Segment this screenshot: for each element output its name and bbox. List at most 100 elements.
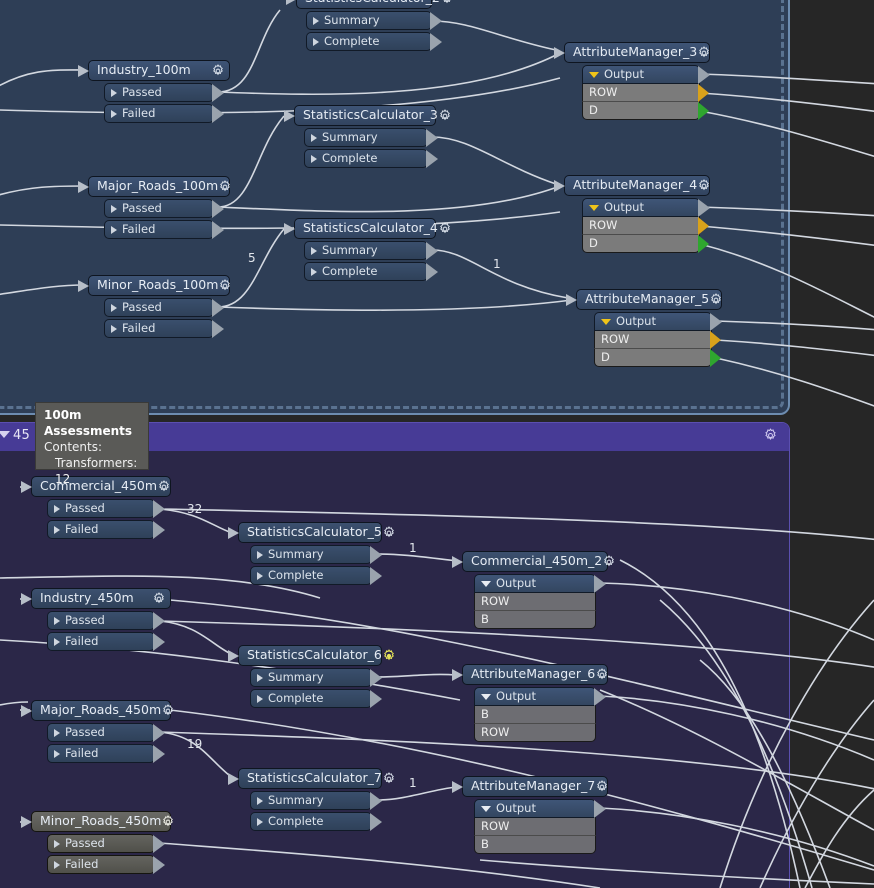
output-arrow-icon[interactable] <box>212 105 224 123</box>
gear-icon[interactable] <box>595 779 609 794</box>
node-minor-roads-100m[interactable]: Minor_Roads_100m Passed Failed <box>78 275 232 338</box>
node-port-complete[interactable]: Complete <box>250 812 382 831</box>
attribute-row[interactable]: ROW <box>474 593 596 611</box>
gear-icon[interactable] <box>697 45 711 60</box>
node-port-summary[interactable]: Summary <box>250 668 382 687</box>
output-arrow-icon[interactable] <box>430 33 442 51</box>
node-port-failed[interactable]: Failed <box>47 744 165 763</box>
node-port-summary[interactable]: Summary <box>304 241 438 260</box>
node-port-passed[interactable]: Passed <box>104 83 224 102</box>
node-header[interactable]: Commercial_450m_2 <box>452 551 615 572</box>
node-port-failed[interactable]: Failed <box>104 319 224 338</box>
attribute-arrow-icon[interactable] <box>698 235 709 253</box>
output-arrow-icon[interactable] <box>153 633 165 651</box>
node-port-failed[interactable]: Failed <box>104 220 224 239</box>
gear-icon[interactable] <box>438 108 452 123</box>
node-header[interactable]: StatisticsCalculator_2 <box>286 0 451 9</box>
node-statisticscalculator-5[interactable]: StatisticsCalculator_5 Summary Complete <box>228 522 394 585</box>
output-arrow-icon[interactable] <box>426 242 438 260</box>
output-arrow-icon[interactable] <box>153 612 165 630</box>
attribute-row[interactable]: B <box>474 611 596 629</box>
output-arrow-icon[interactable] <box>153 521 165 539</box>
node-output-group[interactable]: Output <box>474 799 606 818</box>
node-header[interactable]: AttributeManager_4 <box>554 175 710 196</box>
node-port-complete[interactable]: Complete <box>250 689 382 708</box>
node-port-summary[interactable]: Summary <box>304 128 438 147</box>
output-arrow-icon[interactable] <box>153 745 165 763</box>
caret-down-icon[interactable] <box>589 204 599 211</box>
gear-icon[interactable] <box>218 278 232 293</box>
gear-icon[interactable] <box>602 554 616 569</box>
output-arrow-icon[interactable] <box>370 813 382 831</box>
node-port-failed[interactable]: Failed <box>47 632 165 651</box>
node-header[interactable]: Minor_Roads_450m <box>21 811 174 832</box>
output-arrow-icon[interactable] <box>370 792 382 810</box>
gear-icon[interactable] <box>382 525 396 540</box>
output-arrow-icon[interactable] <box>370 567 382 585</box>
caret-down-icon[interactable] <box>481 693 491 700</box>
node-header[interactable]: Industry_450m <box>21 588 171 609</box>
node-port-passed[interactable]: Passed <box>47 723 165 742</box>
node-attributemanager-5[interactable]: AttributeManager_5 Output ROW D <box>566 289 723 367</box>
node-header[interactable]: Industry_100m <box>78 60 230 81</box>
node-attributemanager-7[interactable]: AttributeManager_7 Output ROW B <box>452 776 609 854</box>
caret-down-icon[interactable] <box>589 71 599 78</box>
output-arrow-icon[interactable] <box>370 546 382 564</box>
attribute-arrow-icon[interactable] <box>698 84 709 102</box>
attribute-arrow-icon[interactable] <box>710 349 721 367</box>
node-attributemanager-3[interactable]: AttributeManager_3 Output ROW D <box>554 42 711 120</box>
gear-icon[interactable] <box>595 667 609 682</box>
gear-icon[interactable] <box>218 179 232 194</box>
node-header[interactable]: AttributeManager_6 <box>452 664 609 685</box>
node-commercial-450m-2[interactable]: Commercial_450m_2 Output ROW B <box>452 551 615 629</box>
output-arrow-icon[interactable] <box>370 669 382 687</box>
node-port-failed[interactable]: Failed <box>47 520 165 539</box>
output-arrow-icon[interactable] <box>594 800 606 818</box>
output-arrow-icon[interactable] <box>594 575 606 593</box>
gear-icon[interactable] <box>440 0 454 6</box>
node-major-roads-100m[interactable]: Major_Roads_100m Passed Failed <box>78 176 232 239</box>
gear-icon[interactable] <box>438 221 452 236</box>
node-port-complete[interactable]: Complete <box>304 149 438 168</box>
node-statisticscalculator-6[interactable]: StatisticsCalculator_6 Summary Complete <box>228 645 394 708</box>
output-arrow-icon[interactable] <box>698 199 710 217</box>
attribute-arrow-icon[interactable] <box>698 217 709 235</box>
node-major-roads-450m[interactable]: Major_Roads_450m Passed Failed <box>21 700 173 763</box>
output-arrow-icon[interactable] <box>153 500 165 518</box>
node-statisticscalculator-3[interactable]: StatisticsCalculator_3 Summary Complete <box>284 105 450 168</box>
output-arrow-icon[interactable] <box>370 690 382 708</box>
attribute-row[interactable]: ROW <box>582 84 709 102</box>
node-output-group[interactable]: Output <box>582 65 710 84</box>
node-header[interactable]: AttributeManager_7 <box>452 776 609 797</box>
node-header[interactable]: AttributeManager_5 <box>566 289 723 310</box>
output-arrow-icon[interactable] <box>153 835 165 853</box>
node-output-group[interactable]: Output <box>594 312 722 331</box>
output-arrow-icon[interactable] <box>698 66 710 84</box>
node-attributemanager-4[interactable]: AttributeManager_4 Output ROW D <box>554 175 710 253</box>
node-header[interactable]: StatisticsCalculator_7 <box>228 768 394 789</box>
node-port-summary[interactable]: Summary <box>306 11 442 30</box>
attribute-arrow-icon[interactable] <box>710 331 721 349</box>
node-port-failed[interactable]: Failed <box>104 104 224 123</box>
node-header[interactable]: StatisticsCalculator_4 <box>284 218 450 239</box>
output-arrow-icon[interactable] <box>212 200 224 218</box>
output-arrow-icon[interactable] <box>594 688 606 706</box>
output-arrow-icon[interactable] <box>430 12 442 30</box>
output-arrow-icon[interactable] <box>212 221 224 239</box>
node-statisticscalculator-4[interactable]: StatisticsCalculator_4 Summary Complete <box>284 218 450 281</box>
attribute-row[interactable]: D <box>582 235 709 253</box>
output-arrow-icon[interactable] <box>153 856 165 874</box>
node-port-passed[interactable]: Passed <box>47 611 165 630</box>
output-arrow-icon[interactable] <box>710 313 722 331</box>
caret-down-icon[interactable] <box>601 318 611 325</box>
node-statisticscalculator-7[interactable]: StatisticsCalculator_7 Summary Complete <box>228 768 394 831</box>
node-header[interactable]: Major_Roads_100m <box>78 176 232 197</box>
attribute-arrow-icon[interactable] <box>698 102 709 120</box>
node-minor-roads-450m[interactable]: Minor_Roads_450m Passed Failed <box>21 811 174 874</box>
attribute-row[interactable]: ROW <box>594 331 721 349</box>
gear-icon[interactable] <box>382 771 396 786</box>
gear-icon[interactable] <box>709 292 723 307</box>
node-header[interactable]: StatisticsCalculator_6 <box>228 645 394 666</box>
caret-down-icon[interactable] <box>0 431 10 438</box>
gear-icon[interactable] <box>763 427 777 446</box>
